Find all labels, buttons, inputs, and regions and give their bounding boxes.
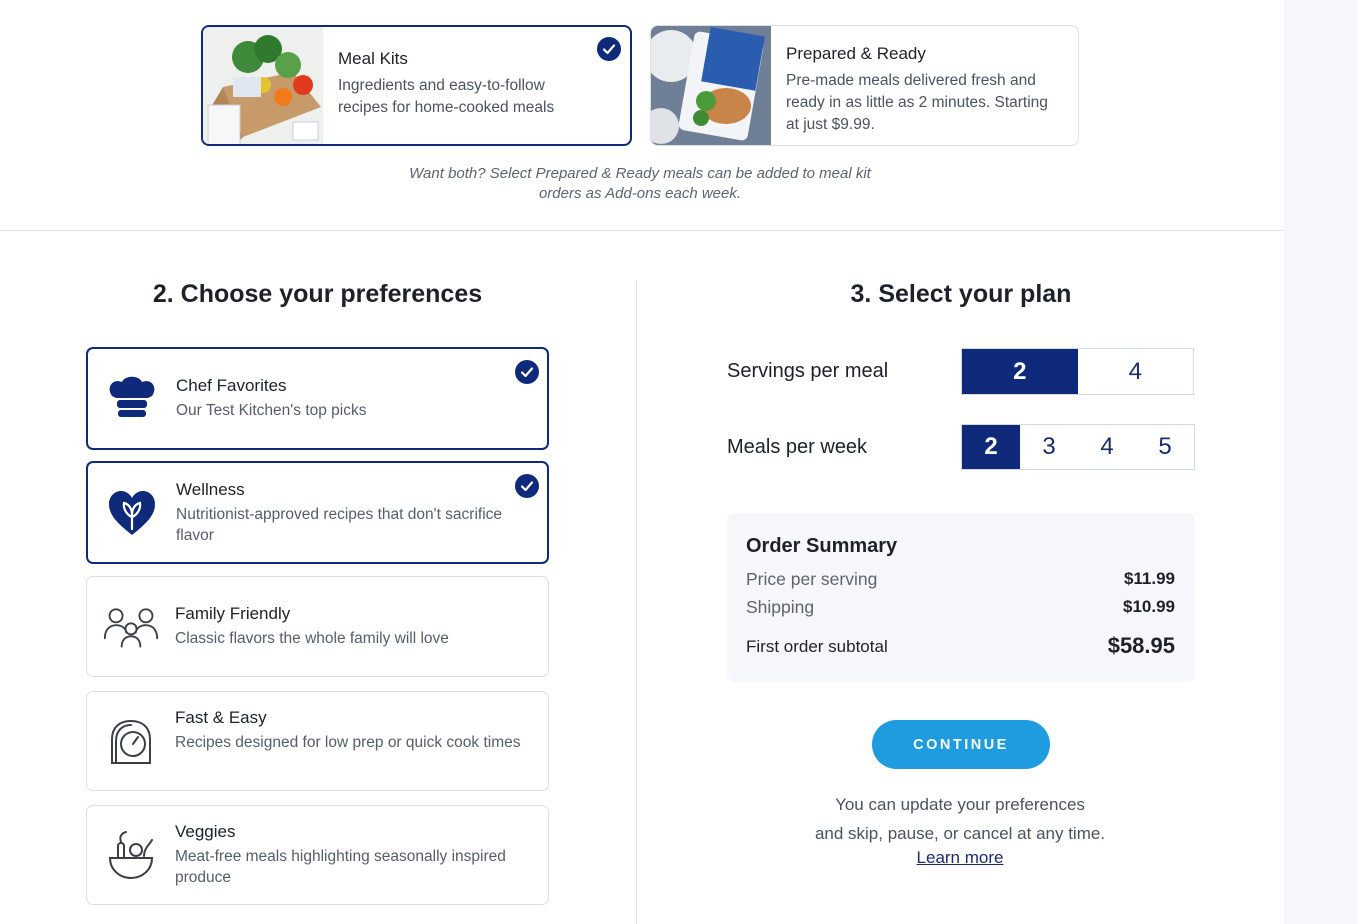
info-line-2: and skip, pause, or cancel at any time. xyxy=(814,824,1106,843)
meals-selector: 2 3 4 5 xyxy=(961,424,1195,470)
shipping-row: Shipping $10.99 xyxy=(746,597,1175,618)
main-content: Meal Kits Ingredients and easy-to-follow… xyxy=(0,0,1284,924)
price-value: $11.99 xyxy=(1123,569,1175,588)
learn-more-link[interactable]: Learn more xyxy=(860,848,1060,868)
price-row: Price per serving $11.99 xyxy=(746,569,1175,590)
preference-description: Recipes designed for low prep or quick c… xyxy=(175,734,521,751)
preference-description: Our Test Kitchen's top picks xyxy=(176,402,367,419)
column-divider xyxy=(636,280,637,924)
servings-option-4[interactable]: 4 xyxy=(1077,349,1193,394)
plan-type-description: Ingredients and easy-to-follow recipes f… xyxy=(338,77,555,116)
preference-title: Wellness xyxy=(176,480,245,499)
plan-type-title: Prepared & Ready xyxy=(786,44,926,63)
divider xyxy=(0,230,1284,231)
meals-option-5[interactable]: 5 xyxy=(1136,425,1194,469)
plan-type-prepared-ready[interactable]: Prepared & Ready Pre-made meals delivere… xyxy=(650,25,1079,146)
order-summary-title: Order Summary xyxy=(746,535,898,557)
servings-label: Servings per meal xyxy=(727,360,889,382)
shipping-label: Shipping xyxy=(746,597,815,617)
veggie-bowl-icon xyxy=(103,828,159,884)
info-line-1: You can update your preferences xyxy=(835,795,1085,814)
preference-description: Nutritionist-approved recipes that don't… xyxy=(176,506,503,544)
timer-icon xyxy=(103,714,159,770)
shipping-value: $10.99 xyxy=(1123,597,1175,616)
servings-option-2[interactable]: 2 xyxy=(962,349,1078,394)
preference-wellness[interactable]: Wellness Nutritionist-approved recipes t… xyxy=(86,461,549,564)
plan-type-description: Pre-made meals delivered fresh and ready… xyxy=(786,72,1048,133)
plan-type-title: Meal Kits xyxy=(338,49,408,68)
subtotal-value: $58.95 xyxy=(1107,633,1175,658)
meals-option-3[interactable]: 3 xyxy=(1020,425,1078,469)
checkmark-icon xyxy=(515,474,539,498)
preference-description: Meat-free meals highlighting seasonally … xyxy=(175,848,506,886)
meals-label: Meals per week xyxy=(727,436,868,458)
chef-hat-icon xyxy=(104,371,160,427)
subtotal-label: First order subtotal xyxy=(746,637,888,656)
preferences-title: 2. Choose your preferences xyxy=(152,280,483,308)
preference-title: Veggies xyxy=(175,822,236,841)
meals-option-2[interactable]: 2 xyxy=(962,425,1020,469)
checkmark-icon xyxy=(515,360,539,384)
servings-selector: 2 4 xyxy=(961,348,1194,395)
meal-kit-image xyxy=(203,27,323,144)
preference-description: Classic flavors the whole family will lo… xyxy=(175,630,449,647)
preference-fast-easy[interactable]: Fast & Easy Recipes designed for low pre… xyxy=(86,691,549,791)
preference-title: Fast & Easy xyxy=(175,708,267,727)
price-label: Price per serving xyxy=(746,569,878,589)
preference-veggies[interactable]: Veggies Meat-free meals highlighting sea… xyxy=(86,805,549,905)
preference-title: Chef Favorites xyxy=(176,376,287,395)
heart-leaf-icon xyxy=(104,485,160,541)
meals-option-4[interactable]: 4 xyxy=(1078,425,1136,469)
continue-button[interactable]: CONTINUE xyxy=(872,720,1050,769)
update-info: You can update your preferences and skip… xyxy=(760,790,1160,848)
checkmark-icon xyxy=(597,37,621,61)
order-summary: Order Summary Price per serving $11.99 S… xyxy=(727,513,1195,682)
plan-title: 3. Select your plan xyxy=(850,280,1072,308)
add-ons-note: Want both? Select Prepared & Ready meals… xyxy=(409,165,871,202)
right-side-panel xyxy=(1284,0,1358,924)
prepared-meal-image xyxy=(651,26,771,145)
preference-title: Family Friendly xyxy=(175,604,291,623)
family-icon xyxy=(103,599,159,655)
preference-family-friendly[interactable]: Family Friendly Classic flavors the whol… xyxy=(86,576,549,677)
preference-chef-favorites[interactable]: Chef Favorites Our Test Kitchen's top pi… xyxy=(86,347,549,450)
plan-type-meal-kits[interactable]: Meal Kits Ingredients and easy-to-follow… xyxy=(201,25,632,146)
subtotal-row: First order subtotal $58.95 xyxy=(746,633,1175,659)
